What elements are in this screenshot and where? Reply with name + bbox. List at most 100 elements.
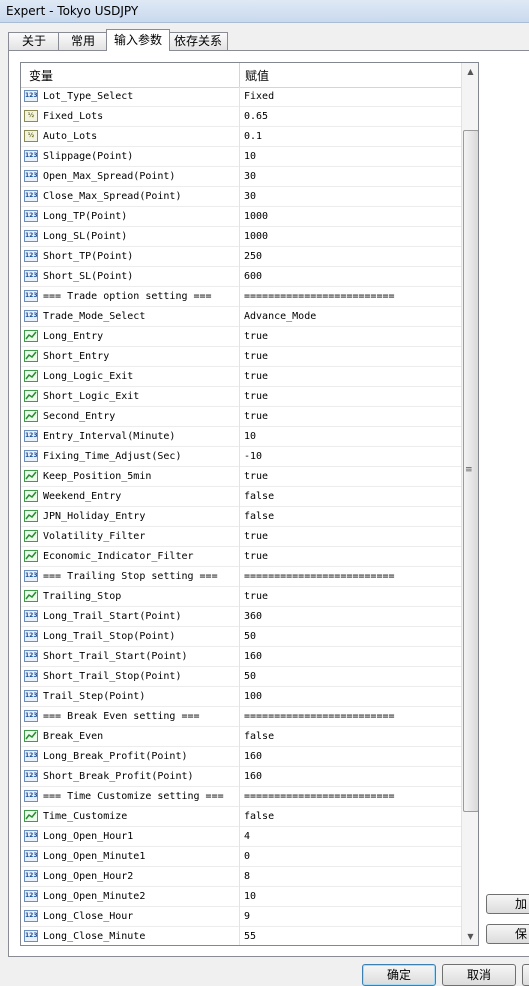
table-row[interactable]: 123 Lot_Type_Select Fixed [21,87,461,107]
parameter-value[interactable]: true [244,587,268,606]
tab-dependencies[interactable]: 依存关系 [168,32,228,50]
table-row[interactable]: Long_Entry true [21,327,461,347]
parameter-value[interactable]: 50 [244,667,256,686]
table-row[interactable]: 123 Long_Trail_Start(Point) 360 [21,607,461,627]
column-header-variable[interactable]: 变量 [29,67,53,84]
parameter-value[interactable]: ========================= [244,787,395,806]
table-row[interactable]: Long_Logic_Exit true [21,367,461,387]
column-header-value[interactable]: 赋值 [245,67,269,84]
parameter-value[interactable]: false [244,727,274,746]
table-row[interactable]: Keep_Position_5min true [21,467,461,487]
table-row[interactable]: 123 Long_Open_Hour1 4 [21,827,461,847]
table-row[interactable]: 123 === Trade option setting === =========… [21,287,461,307]
parameter-value[interactable]: 55 [244,927,256,945]
parameter-value[interactable]: false [244,507,274,526]
table-row[interactable]: Second_Entry true [21,407,461,427]
parameter-value[interactable]: true [244,407,268,426]
table-row[interactable]: Trailing_Stop true [21,587,461,607]
table-row[interactable]: 123 Short_Break_Profit(Point) 160 [21,767,461,787]
tab-inputs[interactable]: 输入参数 [106,29,170,51]
parameter-value[interactable]: 9 [244,907,250,926]
load-button[interactable]: 加 [486,894,529,914]
parameter-value[interactable]: true [244,547,268,566]
parameter-value[interactable]: 160 [244,747,262,766]
parameter-value[interactable]: 1000 [244,207,268,226]
parameter-value[interactable]: 160 [244,767,262,786]
parameter-value[interactable]: 0 [244,847,250,866]
table-row[interactable]: 123 Trade_Mode_Select Advance_Mode [21,307,461,327]
table-row[interactable]: 123 Long_Close_Hour 9 [21,907,461,927]
table-row[interactable]: 123 Long_Break_Profit(Point) 160 [21,747,461,767]
table-row[interactable]: Short_Logic_Exit true [21,387,461,407]
table-row[interactable]: 123 Entry_Interval(Minute) 10 [21,427,461,447]
scroll-up-arrow-icon[interactable]: ▲ [462,63,478,80]
parameter-value[interactable]: 10 [244,887,256,906]
scroll-down-arrow-icon[interactable]: ▼ [462,928,478,945]
save-button[interactable]: 保 [486,924,529,944]
table-row[interactable]: 123 Short_TP(Point) 250 [21,247,461,267]
tab-common[interactable]: 常用 [58,32,108,50]
ok-button[interactable]: 确定 [362,964,436,986]
table-row[interactable]: Time_Customize false [21,807,461,827]
table-row[interactable]: 123 Long_Close_Minute 55 [21,927,461,945]
parameter-value[interactable]: false [244,487,274,506]
table-row[interactable]: Volatility_Filter true [21,527,461,547]
table-row[interactable]: Break_Even false [21,727,461,747]
parameter-value[interactable]: 0.65 [244,107,268,126]
parameter-value[interactable]: true [244,367,268,386]
parameter-value[interactable]: 600 [244,267,262,286]
table-row[interactable]: JPN_Holiday_Entry false [21,507,461,527]
table-row[interactable]: 123 === Break Even setting === ===========… [21,707,461,727]
header-divider[interactable] [239,63,240,87]
parameter-value[interactable]: 0.1 [244,127,262,146]
parameter-value[interactable]: 100 [244,687,262,706]
table-row[interactable]: 123 === Trailing Stop setting === ========… [21,567,461,587]
parameter-value[interactable]: 30 [244,167,256,186]
parameter-value[interactable]: 250 [244,247,262,266]
parameter-value[interactable]: -10 [244,447,262,466]
parameter-value[interactable]: 10 [244,427,256,446]
table-row[interactable]: 123 Close_Max_Spread(Point) 30 [21,187,461,207]
table-row[interactable]: 123 Long_SL(Point) 1000 [21,227,461,247]
parameter-value[interactable]: 30 [244,187,256,206]
parameter-value[interactable]: ========================= [244,287,395,306]
parameter-value[interactable]: 8 [244,867,250,886]
vertical-scrollbar[interactable]: ▲ ≡ ▼ [461,63,478,945]
parameter-value[interactable]: 4 [244,827,250,846]
parameter-value[interactable]: true [244,387,268,406]
table-row[interactable]: 123 Open_Max_Spread(Point) 30 [21,167,461,187]
table-row[interactable]: 123 Slippage(Point) 10 [21,147,461,167]
table-row[interactable]: Economic_Indicator_Filter true [21,547,461,567]
parameter-value[interactable]: false [244,807,274,826]
table-row[interactable]: ½ Fixed_Lots 0.65 [21,107,461,127]
parameter-value[interactable]: Fixed [244,87,274,106]
parameter-value[interactable]: ========================= [244,707,395,726]
table-row[interactable]: 123 Short_Trail_Start(Point) 160 [21,647,461,667]
table-row[interactable]: 123 Long_TP(Point) 1000 [21,207,461,227]
parameter-value[interactable]: 50 [244,627,256,646]
parameter-value[interactable]: true [244,327,268,346]
parameter-value[interactable]: 1000 [244,227,268,246]
table-row[interactable]: ½ Auto_Lots 0.1 [21,127,461,147]
table-row[interactable]: 123 Long_Open_Minute1 0 [21,847,461,867]
parameter-value[interactable]: 10 [244,147,256,166]
tab-about[interactable]: 关于 [8,32,60,50]
reset-button[interactable] [522,964,529,986]
table-row[interactable]: 123 Long_Open_Hour2 8 [21,867,461,887]
table-row[interactable]: Weekend_Entry false [21,487,461,507]
parameter-value[interactable]: 160 [244,647,262,666]
cancel-button[interactable]: 取消 [442,964,516,986]
table-row[interactable]: 123 Short_Trail_Stop(Point) 50 [21,667,461,687]
table-row[interactable]: 123 === Time Customize setting === =======… [21,787,461,807]
table-row[interactable]: Short_Entry true [21,347,461,367]
parameter-value[interactable]: Advance_Mode [244,307,316,326]
parameter-value[interactable]: 360 [244,607,262,626]
parameter-value[interactable]: true [244,347,268,366]
table-row[interactable]: 123 Fixing_Time_Adjust(Sec) -10 [21,447,461,467]
table-row[interactable]: 123 Trail_Step(Point) 100 [21,687,461,707]
parameter-value[interactable]: ========================= [244,567,395,586]
table-row[interactable]: 123 Long_Open_Minute2 10 [21,887,461,907]
table-row[interactable]: 123 Short_SL(Point) 600 [21,267,461,287]
parameter-value[interactable]: true [244,527,268,546]
table-row[interactable]: 123 Long_Trail_Stop(Point) 50 [21,627,461,647]
